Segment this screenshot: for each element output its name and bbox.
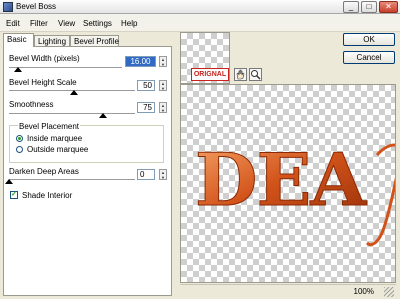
shade-interior-label[interactable]: Shade Interior xyxy=(22,191,72,200)
zoom-tool-icon[interactable] xyxy=(249,68,262,81)
smoothness-label: Smoothness xyxy=(9,100,54,109)
title-bar: Bevel Boss _ □ ✕ xyxy=(0,0,400,14)
bevel-placement-label: Bevel Placement xyxy=(18,122,81,131)
original-toggle[interactable]: ORIGNAL xyxy=(191,68,229,81)
hand-tool-icon[interactable] xyxy=(234,68,247,81)
bevel-width-label: Bevel Width (pixels) xyxy=(9,54,80,63)
maximize-button[interactable]: □ xyxy=(361,1,377,13)
tab-basic[interactable]: Basic xyxy=(3,33,34,47)
basic-settings-panel: Bevel Width (pixels) 16.00 ▲ ▼ Bevel Heig… xyxy=(3,46,172,296)
bevel-height-label: Bevel Height Scale xyxy=(9,78,77,87)
menu-bar: Edit Filter View Settings Help xyxy=(0,14,400,32)
darken-deep-areas-slider[interactable] xyxy=(9,179,135,181)
zoom-level: 100% xyxy=(353,287,374,296)
spin-down-icon[interactable]: ▼ xyxy=(160,175,166,180)
smoothness-input[interactable]: 75 xyxy=(137,102,155,113)
bevel-width-slider-thumb[interactable] xyxy=(14,67,22,72)
smoothness-slider-thumb[interactable] xyxy=(99,113,107,118)
bevel-preview-image: DEA xyxy=(195,137,395,247)
outside-marquee-label[interactable]: Outside marquee xyxy=(27,145,88,154)
bevel-width-spinner[interactable]: ▲ ▼ xyxy=(159,56,167,67)
spin-down-icon[interactable]: ▼ xyxy=(160,86,166,91)
menu-help[interactable]: Help xyxy=(121,19,137,28)
close-button[interactable]: ✕ xyxy=(379,1,398,13)
menu-view[interactable]: View xyxy=(58,19,75,28)
bevel-height-spinner[interactable]: ▲ ▼ xyxy=(159,80,167,91)
preview-canvas[interactable]: DEA xyxy=(180,84,396,283)
bevel-width-slider[interactable] xyxy=(9,67,122,69)
darken-deep-areas-label: Darken Deep Areas xyxy=(9,167,79,176)
bevel-width-input[interactable]: 16.00 xyxy=(125,56,156,67)
inside-marquee-label[interactable]: Inside marquee xyxy=(27,134,82,143)
menu-filter[interactable]: Filter xyxy=(30,19,48,28)
status-bar: 100% xyxy=(180,284,396,297)
inside-marquee-radio[interactable] xyxy=(16,135,23,142)
resize-grip-icon[interactable] xyxy=(384,287,394,297)
outside-marquee-radio[interactable] xyxy=(16,146,23,153)
smoothness-slider[interactable] xyxy=(9,113,135,115)
cancel-button[interactable]: Cancel xyxy=(343,51,395,64)
app-icon xyxy=(3,2,13,12)
preview-text: DEA xyxy=(195,137,367,222)
darken-deep-areas-slider-thumb[interactable] xyxy=(5,179,13,184)
ok-button[interactable]: OK xyxy=(343,33,395,46)
window-title: Bevel Boss xyxy=(16,2,57,11)
menu-settings[interactable]: Settings xyxy=(83,19,112,28)
bevel-height-slider-thumb[interactable] xyxy=(70,90,78,95)
spin-down-icon[interactable]: ▼ xyxy=(160,108,166,113)
shade-interior-checkbox[interactable]: ✓ xyxy=(10,191,18,199)
minimize-button[interactable]: _ xyxy=(343,1,359,13)
bevel-height-input[interactable]: 50 xyxy=(137,80,155,91)
spin-down-icon[interactable]: ▼ xyxy=(160,62,166,67)
tab-strip: Basic Lighting Bevel Profile xyxy=(3,33,173,47)
smoothness-spinner[interactable]: ▲ ▼ xyxy=(159,102,167,113)
darken-deep-areas-spinner[interactable]: ▲ ▼ xyxy=(159,169,167,180)
darken-deep-areas-input[interactable]: 0 xyxy=(137,169,155,180)
menu-edit[interactable]: Edit xyxy=(6,19,20,28)
